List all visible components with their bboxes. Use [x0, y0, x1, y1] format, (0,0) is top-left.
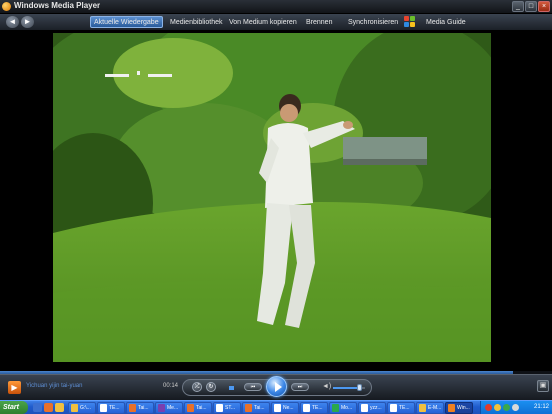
media-player-logo-icon: [2, 2, 11, 11]
system-tray: 21:12: [480, 401, 552, 414]
taskbar-button[interactable]: G:\...: [68, 402, 96, 414]
playback-controls: ▶ Yichuan yijin tai-yuan 00:14 ⤮ ↻ ⏮ ⏭ ◄…: [0, 374, 552, 400]
media-icon: [448, 404, 455, 412]
security-tray-icon[interactable]: [485, 404, 492, 411]
taskbar-button-label: Me...: [167, 405, 179, 411]
tab-library[interactable]: Medienbibliothek: [170, 17, 223, 29]
volume-tray-icon[interactable]: [512, 404, 519, 411]
taskbar-button-label: Tai...: [138, 405, 149, 411]
now-playing-title[interactable]: Yichuan yijin tai-yuan: [26, 383, 82, 389]
elapsed-time: 00:14: [163, 383, 179, 389]
taskbar-button[interactable]: TE...: [387, 402, 415, 414]
firefox-icon: [187, 404, 194, 412]
taskbar-button[interactable]: Ne...: [271, 402, 299, 414]
firefox-icon: [129, 404, 136, 412]
taskbar-button[interactable]: ST...: [213, 402, 241, 414]
taskbar-button[interactable]: E-M...: [416, 402, 444, 414]
taskbar-button[interactable]: yzz...: [358, 402, 386, 414]
window-title: Windows Media Player: [14, 1, 101, 10]
taskbar-button-label: TE...: [109, 405, 120, 411]
firefox-icon: [245, 404, 252, 412]
previous-button[interactable]: ⏮: [244, 383, 262, 391]
tab-burn[interactable]: Brennen: [306, 17, 332, 29]
volume-slider[interactable]: [333, 384, 365, 391]
taskbar-button[interactable]: Tai...: [126, 402, 154, 414]
taskbar-button[interactable]: Mo...: [329, 402, 357, 414]
close-button[interactable]: ×: [538, 1, 550, 12]
taskbar-button[interactable]: Win...: [445, 402, 473, 414]
navigation-bar: ◄ ► Aktuelle Wiedergabe Medienbibliothek…: [0, 14, 552, 31]
word-icon: [361, 404, 368, 412]
video-frame[interactable]: [53, 33, 491, 362]
minimize-button[interactable]: _: [512, 1, 524, 12]
video-frame-image: [53, 33, 491, 362]
taskbar-button-label: Tai...: [196, 405, 207, 411]
forward-button[interactable]: ►: [21, 16, 34, 28]
network-tray-icon[interactable]: [494, 404, 501, 411]
word-icon: [274, 404, 281, 412]
mini-mode-button[interactable]: ▣: [537, 380, 549, 392]
mute-button[interactable]: ◄): [322, 383, 331, 391]
volume-level: [333, 387, 361, 389]
taskbar-button-label: Mo...: [341, 405, 353, 411]
stop-button[interactable]: [229, 386, 234, 390]
back-button[interactable]: ◄: [6, 16, 19, 28]
taskbar-button-label: Win...: [457, 405, 470, 411]
word-icon: [303, 404, 310, 412]
start-button[interactable]: Start: [0, 401, 28, 414]
tab-media-guide[interactable]: Media Guide: [426, 17, 466, 29]
word-icon: [216, 404, 223, 412]
clock: 21:12: [533, 404, 549, 410]
outlook-icon[interactable]: [55, 403, 64, 412]
taskbar-button[interactable]: TE...: [300, 402, 328, 414]
taskbar-button-label: G:\...: [80, 405, 91, 411]
taskbar-button[interactable]: Tai...: [184, 402, 212, 414]
window-controls: _ □ ×: [512, 1, 550, 12]
volume-knob[interactable]: [357, 384, 363, 391]
next-button[interactable]: ⏭: [291, 383, 309, 391]
word-icon: [390, 404, 397, 412]
word-icon: [100, 404, 107, 412]
firefox-icon[interactable]: [44, 403, 53, 412]
video-area: [0, 32, 552, 374]
antivirus-tray-icon[interactable]: [503, 404, 510, 411]
repeat-button[interactable]: ↻: [206, 382, 216, 392]
mail-icon: [419, 404, 426, 412]
taskbar-button[interactable]: TE...: [97, 402, 125, 414]
taskbar-button[interactable]: Tai...: [242, 402, 270, 414]
taskbar-button-label: Tai...: [254, 405, 265, 411]
media-player-icon[interactable]: ▶: [8, 381, 21, 394]
folder-icon: [71, 404, 78, 412]
taskbar-button-label: Ne...: [283, 405, 294, 411]
windows-flag-icon[interactable]: [404, 16, 416, 28]
taskbar-button-label: TE...: [312, 405, 323, 411]
taskbar-button-label: yzz...: [370, 405, 382, 411]
chat-icon: [332, 404, 339, 412]
tab-rip[interactable]: Von Medium kopieren: [229, 17, 297, 29]
maximize-button[interactable]: □: [525, 1, 537, 12]
play-button[interactable]: [266, 376, 287, 397]
taskbar: Start G:\... TE... Tai... Me... Tai... ST... T…: [0, 400, 552, 414]
taskbar-button-label: TE...: [399, 405, 410, 411]
taskbar-button-label: ST...: [225, 405, 236, 411]
show-desktop-icon[interactable]: [33, 403, 42, 412]
tab-now-playing[interactable]: Aktuelle Wiedergabe: [90, 16, 163, 28]
tab-sync[interactable]: Synchronisieren: [348, 17, 398, 29]
shuffle-button[interactable]: ⤮: [192, 382, 202, 392]
taskbar-button[interactable]: Me...: [155, 402, 183, 414]
title-bar: Windows Media Player _ □ ×: [0, 0, 552, 14]
media-icon: [158, 404, 165, 412]
taskbar-button-label: E-M...: [428, 405, 442, 411]
